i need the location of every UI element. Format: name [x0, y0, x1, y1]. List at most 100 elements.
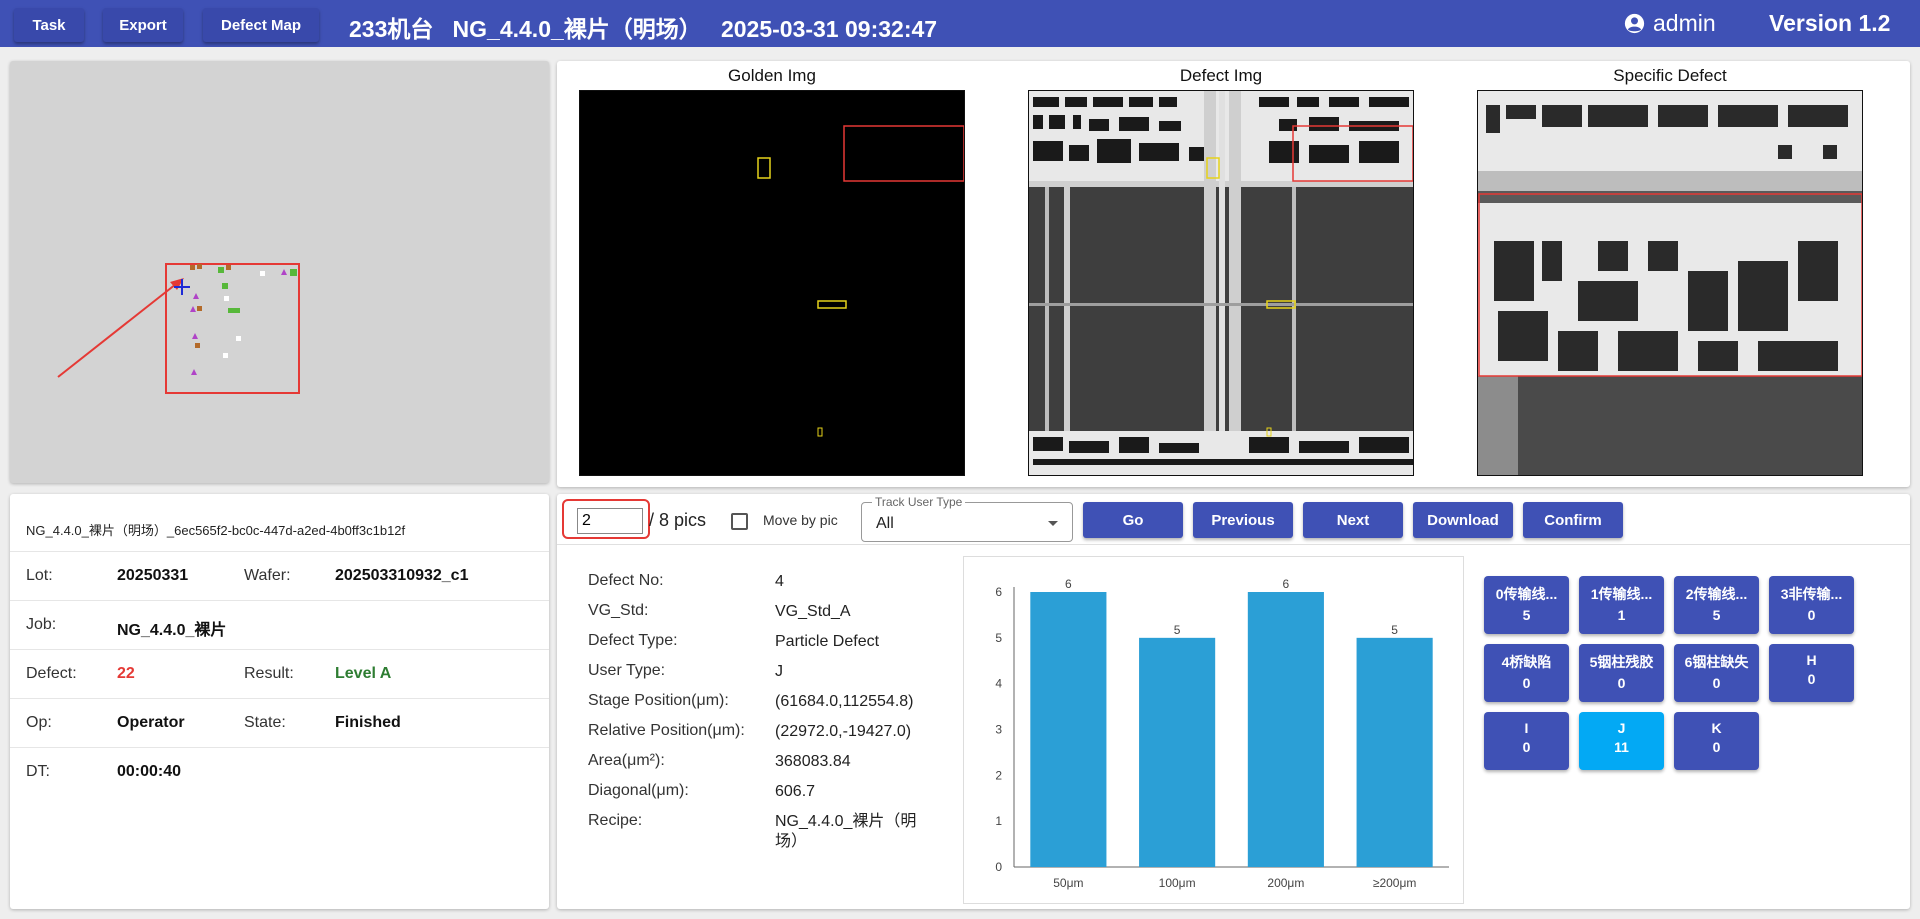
category-name: 1传输线... [1590, 586, 1653, 602]
category-count: 0 [1807, 671, 1816, 687]
user-type-value: J [775, 663, 783, 680]
defect-no-value: 4 [775, 573, 784, 590]
category-button[interactable]: 3非传输... 0 [1769, 576, 1854, 634]
category-count: 0 [1522, 739, 1531, 755]
go-button[interactable]: Go [1083, 502, 1183, 538]
next-button[interactable]: Next [1303, 502, 1403, 538]
category-count: 0 [1617, 675, 1626, 691]
x-tick-label: 50μm [1053, 876, 1083, 890]
move-by-pic-label: Move by pic [763, 512, 838, 528]
dt-value: 00:00:40 [117, 763, 182, 780]
category-count: 0 [1712, 739, 1721, 755]
category-button[interactable]: 5铟柱残胶 0 [1579, 644, 1664, 702]
stage-position-label: Stage Position(μm): [588, 692, 729, 709]
bar-value-label: 5 [1391, 623, 1398, 637]
category-count: 0 [1712, 675, 1721, 691]
wafer-value: 202503310932_c1 [335, 567, 469, 584]
defect-no-label: Defect No: [588, 572, 664, 589]
category-count: 5 [1712, 607, 1721, 623]
page-number-input[interactable] [577, 508, 643, 534]
previous-button[interactable]: Previous [1193, 502, 1293, 538]
category-count: 0 [1522, 675, 1531, 691]
bar-value-label: 5 [1174, 623, 1181, 637]
page-title: 233机台 NG_4.4.0_裸片（明场） 2025-03-31 09:32:4… [349, 16, 938, 42]
track-user-type-select[interactable]: Track User Type All [861, 495, 1073, 542]
x-tick-label: ≥200μm [1373, 876, 1417, 890]
specific-defect-title: Specific Defect [1613, 66, 1727, 85]
category-name: 2传输线... [1685, 586, 1748, 602]
category-button[interactable]: 2传输线... 5 [1674, 576, 1759, 634]
x-tick-label: 100μm [1159, 876, 1196, 890]
category-name: 0传输线... [1495, 586, 1558, 602]
state-value: Finished [335, 714, 401, 731]
y-tick-label: 3 [995, 723, 1002, 737]
track-user-type-value: All [876, 515, 894, 532]
category-button[interactable]: J 11 [1579, 712, 1664, 770]
category-count: 5 [1522, 607, 1531, 623]
diagonal-value: 606.7 [775, 783, 816, 800]
area-label: Area(μm²): [588, 752, 665, 769]
track-user-type-label: Track User Type [872, 495, 966, 509]
file-name: NG_4.4.0_裸片（明场）_6ec565f2-bc0c-447d-a2ed-… [26, 523, 406, 538]
category-button[interactable]: K0 [1674, 712, 1759, 770]
category-count: 0 [1807, 607, 1816, 623]
defect-count: 22 [117, 665, 135, 682]
confirm-button[interactable]: Confirm [1523, 502, 1623, 538]
info-row-defect: Defect: 22 Result: Level A [10, 649, 549, 698]
export-button[interactable]: Export [103, 8, 183, 42]
category-name: J [1617, 720, 1626, 736]
task-button[interactable]: Task [14, 8, 84, 42]
category-button[interactable]: H0 [1769, 644, 1854, 702]
x-tick-label: 200μm [1267, 876, 1304, 890]
wafer-label: Wafer: [244, 567, 291, 584]
vg-std-label: VG_Std: [588, 602, 649, 619]
lot-value: 20250331 [117, 567, 189, 584]
move-by-pic-checkbox[interactable] [731, 513, 748, 530]
y-tick-label: 2 [995, 768, 1002, 782]
defect-markers [190, 264, 297, 375]
area-value: 368083.84 [775, 753, 851, 770]
info-row-job: Job: NG_4.4.0_裸片 [10, 600, 549, 649]
recipe-label: Recipe: [588, 812, 643, 829]
result-value: Level A [335, 665, 392, 682]
specific-defect-image[interactable] [1477, 90, 1863, 476]
account-icon [1624, 13, 1645, 34]
state-label: State: [244, 714, 286, 731]
category-name: K [1711, 720, 1722, 736]
defect-image[interactable] [1028, 90, 1414, 476]
wafer-map-panel [10, 61, 549, 483]
golden-image[interactable] [579, 90, 965, 476]
category-name: 6铟柱缺失 [1684, 654, 1749, 670]
size-distribution-chart: 0 1 2 3 4 5 6 6 50μm 5 100μm 6 200μm 5 ≥200μm [963, 556, 1464, 904]
controls-divider [557, 544, 1910, 545]
user-name: admin [1653, 10, 1716, 36]
chart-bar [1247, 592, 1324, 867]
defect-map-button[interactable]: Defect Map [203, 8, 319, 42]
category-count: 1 [1617, 607, 1626, 623]
chart-bar [1139, 637, 1216, 867]
y-tick-label: 5 [995, 631, 1002, 645]
category-button[interactable]: 4桥缺陷 0 [1484, 644, 1569, 702]
relative-position-label: Relative Position(μm): [588, 722, 745, 739]
chart-bar [1030, 592, 1107, 867]
category-button[interactable]: 6铟柱缺失 0 [1674, 644, 1759, 702]
category-button[interactable]: I0 [1484, 712, 1569, 770]
pointer-arrow [57, 283, 177, 378]
relative-position-value: (22972.0,-19427.0) [775, 723, 912, 740]
job-value: NG_4.4.0_裸片 [117, 622, 227, 639]
y-tick-label: 0 [995, 860, 1002, 874]
wafer-info-panel: NG_4.4.0_裸片（明场）_6ec565f2-bc0c-447d-a2ed-… [10, 494, 549, 909]
category-button[interactable]: 1传输线... 1 [1579, 576, 1664, 634]
download-button[interactable]: Download [1413, 502, 1513, 538]
category-button[interactable]: 0传输线... 5 [1484, 576, 1569, 634]
user-menu[interactable]: admin [1624, 10, 1716, 37]
bar-value-label: 6 [1283, 577, 1290, 591]
version-label: Version 1.2 [1769, 10, 1891, 36]
die-region-box [165, 263, 300, 394]
wafer-map[interactable] [10, 61, 549, 483]
stage-position-value: (61684.0,112554.8) [775, 693, 914, 710]
y-tick-label: 4 [995, 677, 1002, 691]
category-name: H [1806, 652, 1817, 668]
info-row-lot: Lot: 20250331 Wafer: 202503310932_c1 [10, 551, 549, 600]
lot-label: Lot: [26, 567, 53, 584]
